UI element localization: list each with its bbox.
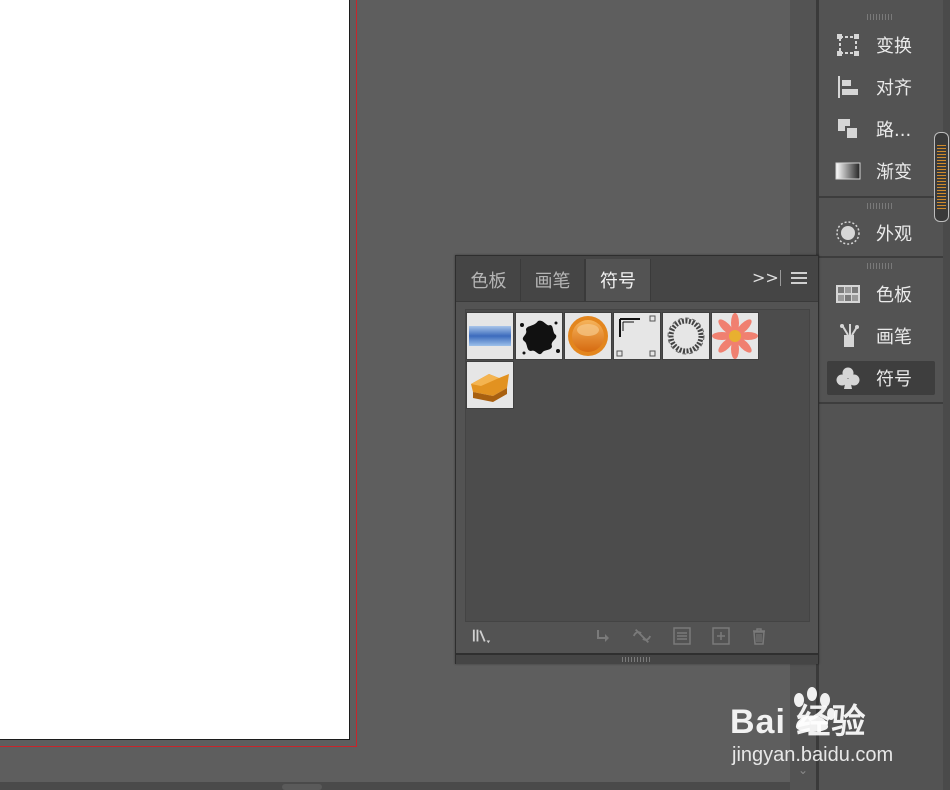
blue-bar-symbol[interactable] (466, 312, 514, 360)
horizontal-scrollbar-thumb[interactable] (282, 784, 322, 790)
dock-item-appearance[interactable]: 外观 (827, 216, 935, 250)
dock-scrollbar-grip[interactable] (937, 145, 946, 209)
wreath-symbol[interactable] (662, 312, 710, 360)
flower-symbol[interactable] (711, 312, 759, 360)
dock-item-label: 变换 (876, 36, 912, 57)
dock-edge (943, 0, 950, 790)
break-link-icon[interactable] (632, 626, 652, 646)
dock-item-align[interactable]: 对齐 (827, 70, 935, 104)
splatter-symbol[interactable] (515, 312, 563, 360)
dock-item-label: 画笔 (876, 327, 912, 348)
group-grip[interactable] (867, 203, 893, 209)
dock-item-gradient[interactable]: 渐变 (827, 154, 935, 188)
dock-item-brushes[interactable]: 画笔 (827, 319, 935, 353)
panel-dock: 变换 对齐 路... 渐变 外观 色板 画笔 符号 (819, 0, 943, 790)
group-grip[interactable] (867, 263, 893, 269)
symbol-library-icon[interactable] (472, 626, 492, 646)
tab-symbols[interactable]: 符号 (585, 259, 651, 301)
new-symbol-icon[interactable] (711, 626, 731, 646)
panel-separator (780, 270, 781, 286)
swatches-icon (835, 281, 861, 307)
dock-item-label: 渐变 (876, 162, 912, 183)
artboard[interactable] (0, 0, 350, 740)
baidu-jingyan-watermark: Bai 经验 jingyan.baidu.com (726, 684, 926, 774)
brushes-icon (835, 323, 861, 349)
group-grip[interactable] (867, 14, 893, 20)
tab-brushes[interactable]: 画笔 (521, 259, 585, 301)
dock-item-symbols[interactable]: 符号 (827, 361, 935, 395)
symbols-list[interactable] (465, 309, 810, 622)
symbol-options-icon[interactable] (672, 626, 692, 646)
bleed-guide-vertical (356, 0, 357, 747)
dock-item-label: 对齐 (876, 78, 912, 99)
watermark-url: jingyan.baidu.com (732, 744, 894, 766)
transform-icon (835, 32, 861, 58)
dock-item-label: 色板 (876, 285, 912, 306)
watermark-brand: Bai 经验 (730, 703, 867, 741)
dock-group-2: 外观 (819, 198, 943, 258)
gradient-icon (835, 158, 861, 184)
frame-corners-symbol[interactable] (613, 312, 661, 360)
delete-icon[interactable] (749, 626, 769, 646)
dock-item-label: 路... (876, 120, 912, 141)
dock-group-3: 色板 画笔 符号 (819, 258, 943, 404)
align-icon (835, 74, 861, 100)
bleed-guide-horizontal (0, 746, 357, 747)
dock-item-transform[interactable]: 变换 (827, 28, 935, 62)
appearance-icon (835, 220, 861, 246)
dock-scrollbar[interactable] (934, 132, 949, 222)
panel-menu-icon[interactable] (791, 272, 807, 284)
symbols-panel: 色板 画笔 符号 >> (455, 255, 819, 664)
dock-item-label: 符号 (876, 369, 912, 390)
panel-expand-button[interactable]: >> (752, 268, 779, 287)
dock-item-swatches[interactable]: 色板 (827, 277, 935, 311)
panel-resize-handle[interactable] (456, 653, 818, 664)
place-symbol-icon[interactable] (593, 626, 613, 646)
panel-footer (456, 622, 818, 652)
orange-button-symbol[interactable] (564, 312, 612, 360)
symbols-icon (835, 365, 861, 391)
pathfinder-icon (835, 116, 861, 142)
tab-swatches[interactable]: 色板 (457, 259, 521, 301)
panel-tab-bar: 色板 画笔 符号 >> (456, 256, 818, 302)
dock-item-label: 外观 (876, 224, 912, 245)
dock-item-pathfinder[interactable]: 路... (827, 112, 935, 146)
horizontal-scrollbar[interactable] (0, 782, 790, 790)
dock-group-1: 变换 对齐 路... 渐变 (819, 0, 943, 198)
orange-arrow-symbol[interactable] (466, 361, 514, 409)
